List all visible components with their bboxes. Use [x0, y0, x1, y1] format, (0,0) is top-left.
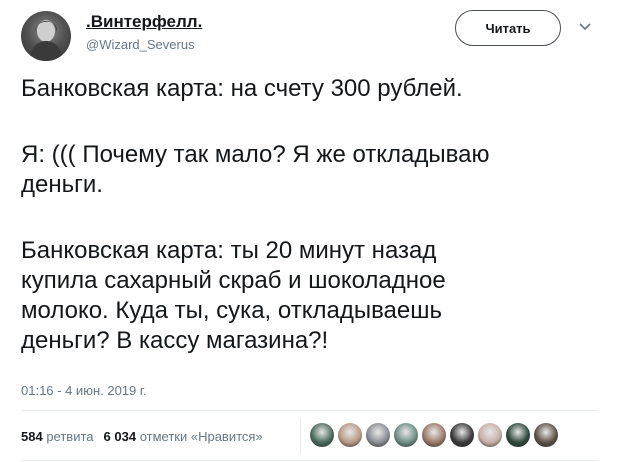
- liker-avatar-icon[interactable]: [310, 423, 334, 447]
- liker-avatar-icon[interactable]: [450, 423, 474, 447]
- tweet-line: Банковская карта: на счету 300 рублей.: [21, 75, 463, 102]
- likes-stat[interactable]: 6 034 отметки «Нравится»: [104, 429, 263, 444]
- tweet-stats: 584 ретвита 6 034 отметки «Нравится»: [21, 429, 263, 444]
- divider: [21, 460, 598, 461]
- tweet-line: деньги? В кассу магазина?!: [21, 327, 329, 354]
- chevron-down-icon[interactable]: [578, 22, 592, 32]
- retweets-count: 584: [21, 429, 43, 444]
- tweet-timestamp[interactable]: 01:16 - 4 июн. 2019 г.: [21, 383, 147, 398]
- tweet-line: молоко. Куда ты, сука, откладываешь: [21, 297, 443, 324]
- likes-count: 6 034: [103, 429, 137, 444]
- tweet-line: Банковская карта: ты 20 минут назад: [21, 237, 437, 264]
- retweets-label: ретвита: [46, 429, 94, 444]
- likes-label: отметки «Нравится»: [139, 429, 263, 444]
- stats-separator: [300, 418, 301, 454]
- follow-button[interactable]: Читать: [455, 10, 561, 46]
- avatar-photo-icon: [29, 20, 63, 61]
- tweet-line: деньги.: [21, 171, 103, 198]
- divider: [21, 410, 598, 411]
- liker-avatar-icon[interactable]: [422, 423, 446, 447]
- tweet-line: Я: ((( Почему так мало? Я же откладываю: [21, 141, 490, 168]
- tweet-line: купила сахарный скраб и шоколадное: [21, 267, 446, 294]
- retweets-stat[interactable]: 584 ретвита: [21, 429, 94, 444]
- liker-avatar-icon[interactable]: [478, 423, 502, 447]
- tweet-text: Банковская карта: на счету 300 рублей. Я…: [21, 74, 601, 356]
- author-handle[interactable]: @Wizard_Severus: [86, 37, 195, 52]
- liker-avatar-icon[interactable]: [506, 423, 530, 447]
- liker-avatar-icon[interactable]: [366, 423, 390, 447]
- liker-avatar-icon[interactable]: [394, 423, 418, 447]
- liker-avatar-icon[interactable]: [534, 423, 558, 447]
- author-display-name[interactable]: .Винтерфелл.: [86, 12, 202, 32]
- liker-avatar-icon[interactable]: [338, 423, 362, 447]
- likers-avatars: [310, 423, 562, 447]
- author-avatar[interactable]: [21, 11, 71, 61]
